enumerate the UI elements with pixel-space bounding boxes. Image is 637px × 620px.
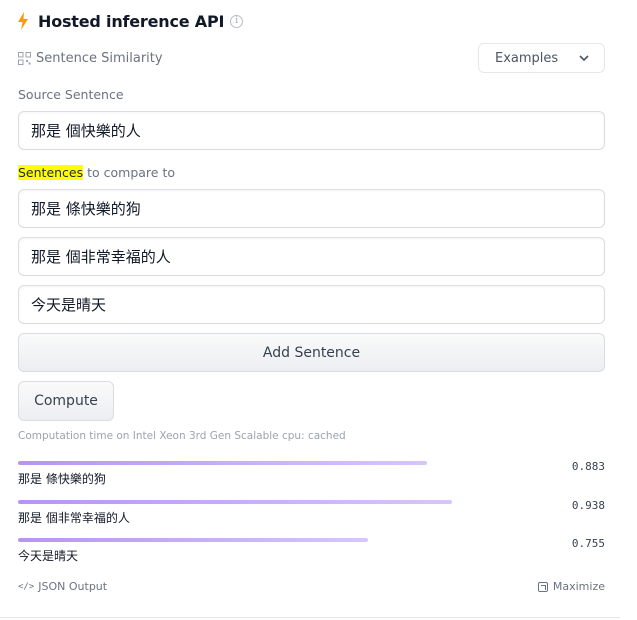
chevron-down-icon (579, 55, 589, 62)
result-row: 那是 條快樂的狗 0.883 (18, 460, 605, 491)
widget-header: Hosted inference API i (17, 10, 244, 32)
sentences-label-rest: to compare to (83, 165, 176, 180)
source-sentence-input[interactable]: 那是 個快樂的人 (18, 111, 605, 150)
info-icon[interactable]: i (230, 14, 244, 28)
json-output-toggle[interactable]: </> JSON Output (18, 580, 107, 593)
lightning-bolt-icon (18, 12, 28, 30)
score-bar (18, 538, 368, 542)
sentences-label: Sentences to compare to (18, 165, 175, 180)
widget-title: Hosted inference API (38, 11, 225, 31)
json-output-label: JSON Output (38, 580, 108, 593)
score-bar (18, 461, 427, 465)
result-label: 今天是晴天 (18, 549, 79, 563)
maximize-button[interactable]: Maximize (537, 580, 605, 593)
compare-sentence-value: 那是 個非常幸福的人 (31, 248, 171, 266)
score-bar (18, 500, 452, 504)
result-score: 0.883 (571, 460, 605, 473)
grid-icon (18, 51, 31, 65)
compare-sentence-value: 今天是晴天 (31, 296, 107, 314)
computation-time: Computation time on Intel Xeon 3rd Gen S… (18, 430, 346, 442)
compare-sentence-input-3[interactable]: 今天是晴天 (18, 285, 605, 324)
compare-sentence-value: 那是 條快樂的狗 (31, 200, 141, 218)
result-score: 0.938 (571, 499, 605, 512)
code-icon: </> (18, 581, 35, 592)
result-row: 那是 個非常幸福的人 0.938 (18, 499, 605, 530)
examples-label: Examples (495, 50, 559, 66)
compute-button[interactable]: Compute (18, 381, 114, 421)
task-type: Sentence Similarity (18, 49, 163, 67)
add-sentence-button[interactable]: Add Sentence (18, 333, 605, 372)
result-score: 0.755 (571, 537, 605, 550)
maximize-label: Maximize (552, 580, 605, 593)
result-label: 那是 個非常幸福的人 (18, 511, 130, 525)
divider (0, 617, 620, 618)
compare-sentence-input-1[interactable]: 那是 條快樂的狗 (18, 189, 605, 228)
compare-sentence-input-2[interactable]: 那是 個非常幸福的人 (18, 237, 605, 276)
source-sentence-value: 那是 個快樂的人 (31, 122, 141, 140)
maximize-icon (537, 581, 548, 592)
result-row: 今天是晴天 0.755 (18, 537, 605, 568)
sentences-label-highlight: Sentences (18, 165, 84, 180)
result-label: 那是 條快樂的狗 (18, 472, 106, 486)
examples-dropdown[interactable]: Examples (478, 43, 605, 73)
task-label: Sentence Similarity (36, 50, 163, 66)
source-sentence-label: Source Sentence (18, 87, 124, 102)
